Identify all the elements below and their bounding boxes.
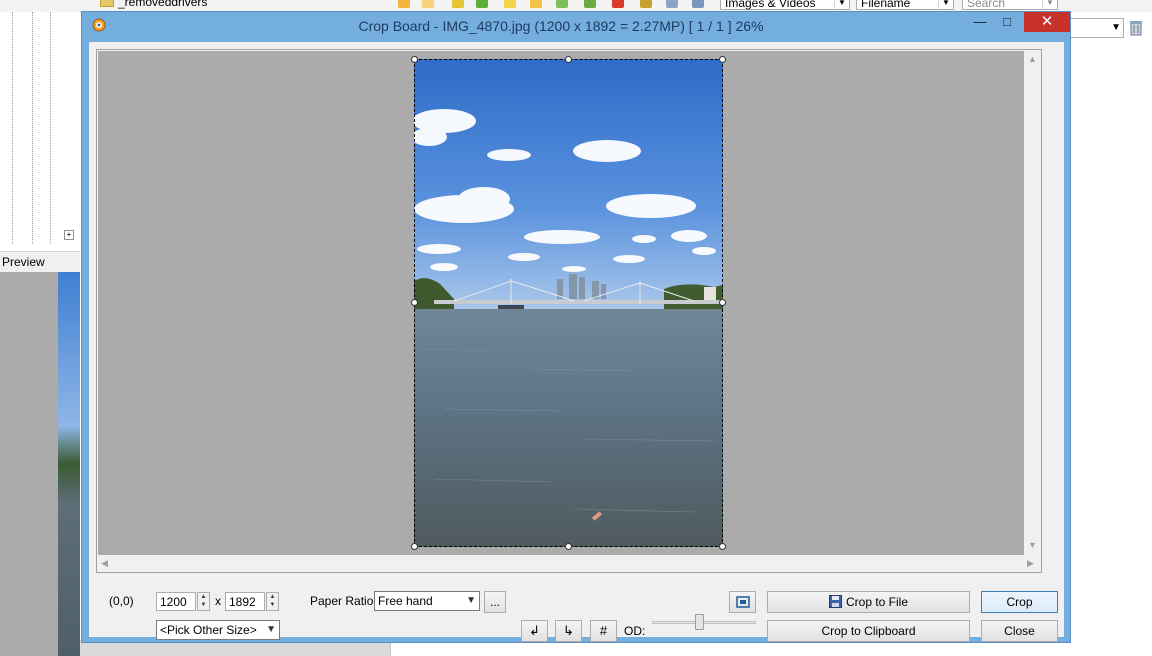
chevron-down-icon: ▼ bbox=[834, 0, 849, 9]
minimize-button[interactable]: — bbox=[967, 12, 993, 32]
dialog-client: ▲ ▼ ◀ ▶ (0,0) ▲▼ x ▲▼ <Pick Other Size> … bbox=[89, 42, 1064, 642]
scroll-left-icon[interactable]: ◀ bbox=[101, 558, 108, 569]
crop-board-dialog: Crop Board - IMG_4870.jpg (1200 x 1892 =… bbox=[81, 11, 1071, 643]
chevron-down-icon: ▼ bbox=[938, 0, 953, 9]
up-folder-icon[interactable] bbox=[452, 0, 464, 8]
chevron-down-icon: ▼ bbox=[1042, 0, 1057, 9]
window-title: Crop Board - IMG_4870.jpg (1200 x 1892 =… bbox=[358, 18, 764, 34]
spin-down-icon[interactable]: ▼ bbox=[267, 601, 278, 609]
size-preset-value: <Pick Other Size> bbox=[160, 623, 257, 637]
right-panel bbox=[1072, 12, 1152, 656]
scroll-up-icon[interactable]: ▲ bbox=[1028, 54, 1037, 64]
vertical-scrollbar[interactable]: ▲ ▼ bbox=[1024, 50, 1041, 555]
od-slider-track[interactable] bbox=[652, 621, 756, 624]
folder-icon bbox=[100, 0, 114, 7]
paper-ratio-select[interactable]: Free hand ▼ bbox=[374, 591, 480, 611]
favorite-star-icon[interactable] bbox=[504, 0, 516, 8]
od-slider-thumb[interactable] bbox=[695, 614, 704, 630]
preview-label: Preview bbox=[2, 255, 45, 269]
back-arrow-icon[interactable] bbox=[398, 0, 410, 8]
close-window-button[interactable]: ✕ bbox=[1024, 12, 1070, 32]
crop-button[interactable]: Crop bbox=[981, 591, 1058, 613]
thumbnail-view-icon[interactable] bbox=[640, 0, 652, 8]
spin-up-icon[interactable]: ▲ bbox=[198, 593, 209, 601]
forward-arrow-icon[interactable] bbox=[422, 0, 434, 8]
crop-handle-bottom[interactable] bbox=[565, 543, 572, 550]
search-input[interactable]: Search ▼ bbox=[962, 0, 1058, 10]
file-filter-value: Images & Videos bbox=[725, 0, 816, 10]
preview-image bbox=[58, 272, 80, 656]
height-spinner[interactable]: ▲ ▼ bbox=[266, 592, 279, 611]
crop-to-file-label: Crop to File bbox=[845, 595, 909, 609]
chevron-down-icon: ▼ bbox=[1111, 22, 1121, 33]
crop-to-file-button[interactable]: Crop to File bbox=[767, 591, 970, 613]
rotate-right-icon: ↳ bbox=[563, 623, 574, 638]
fit-to-window-button[interactable] bbox=[729, 591, 756, 613]
crop-handle-left[interactable] bbox=[411, 299, 418, 306]
chevron-down-icon: ▼ bbox=[466, 595, 476, 606]
crop-height-field[interactable] bbox=[225, 592, 265, 611]
file-filter-combo[interactable]: Images & Videos ▼ bbox=[720, 0, 850, 10]
delete-icon[interactable] bbox=[612, 0, 624, 8]
tree-expand-icon[interactable]: + bbox=[64, 230, 74, 240]
title-bar[interactable]: Crop Board - IMG_4870.jpg (1200 x 1892 =… bbox=[82, 12, 1070, 40]
rotate-left-icon: ↲ bbox=[529, 623, 540, 638]
folder-tree-item[interactable]: _removeddrivers bbox=[118, 0, 207, 9]
chevron-down-icon: ▼ bbox=[266, 624, 276, 635]
scroll-right-icon[interactable]: ▶ bbox=[1027, 558, 1034, 569]
crop-origin-readout: (0,0) bbox=[109, 594, 134, 608]
width-spinner[interactable]: ▲ ▼ bbox=[197, 592, 210, 611]
crop-canvas-frame: ▲ ▼ ◀ ▶ bbox=[96, 49, 1042, 573]
crop-handle-top[interactable] bbox=[565, 56, 572, 63]
crop-to-clipboard-button[interactable]: Crop to Clipboard bbox=[767, 620, 970, 642]
sort-combo[interactable]: Filename ▼ bbox=[856, 0, 954, 10]
tree-line bbox=[12, 12, 13, 244]
crop-handle-bottom-right[interactable] bbox=[719, 543, 726, 550]
move-to-icon[interactable] bbox=[584, 0, 596, 8]
floppy-disk-icon bbox=[828, 595, 842, 608]
list-view-icon[interactable] bbox=[692, 0, 704, 8]
search-placeholder: Search bbox=[967, 0, 1006, 10]
close-button[interactable]: Close bbox=[981, 620, 1058, 642]
crop-handle-right[interactable] bbox=[719, 299, 726, 306]
tree-line bbox=[32, 12, 33, 244]
tree-line bbox=[50, 12, 51, 244]
crop-canvas[interactable] bbox=[98, 51, 1024, 556]
horizontal-scrollbar[interactable]: ◀ ▶ bbox=[97, 555, 1034, 572]
spin-up-icon[interactable]: ▲ bbox=[267, 593, 278, 601]
rotate-left-button[interactable]: ↲ bbox=[521, 620, 548, 642]
sort-value: Filename bbox=[861, 0, 911, 10]
grid-view-icon[interactable] bbox=[666, 0, 678, 8]
right-panel-combo[interactable]: ▼ bbox=[1066, 18, 1124, 38]
refresh-icon[interactable] bbox=[476, 0, 488, 8]
dimension-separator: x bbox=[215, 594, 221, 608]
photo-image bbox=[414, 59, 723, 547]
grid-icon: # bbox=[599, 623, 608, 638]
crop-handle-top-right[interactable] bbox=[719, 56, 726, 63]
scroll-down-icon[interactable]: ▼ bbox=[1028, 540, 1037, 550]
crop-handle-bottom-left[interactable] bbox=[411, 543, 418, 550]
paper-ratio-value: Free hand bbox=[378, 594, 433, 608]
tag-icon[interactable] bbox=[530, 0, 542, 8]
rotate-right-button[interactable]: ↳ bbox=[555, 620, 582, 642]
spin-down-icon[interactable]: ▼ bbox=[198, 601, 209, 609]
paper-ratio-label: Paper Ratio: bbox=[310, 594, 377, 608]
trash-icon[interactable] bbox=[1129, 20, 1143, 36]
maximize-button[interactable]: □ bbox=[994, 12, 1020, 32]
fit-to-window-icon bbox=[735, 596, 750, 608]
copy-to-icon[interactable] bbox=[556, 0, 568, 8]
grid-toggle-button[interactable]: # bbox=[590, 620, 617, 642]
size-preset-select[interactable]: <Pick Other Size> ▼ bbox=[156, 620, 280, 640]
crop-handle-top-left[interactable] bbox=[411, 56, 418, 63]
crop-width-field[interactable] bbox=[156, 592, 196, 611]
paper-ratio-more-button[interactable]: ... bbox=[484, 591, 506, 613]
od-label: OD: bbox=[624, 624, 646, 638]
